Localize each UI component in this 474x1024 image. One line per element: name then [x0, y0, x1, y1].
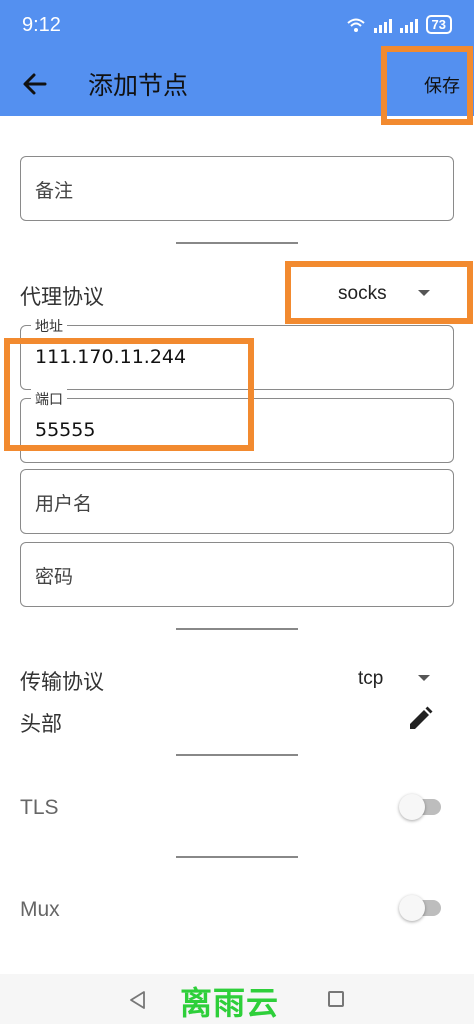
status-icons: 73	[346, 15, 452, 34]
chevron-down-icon[interactable]	[418, 675, 430, 681]
back-arrow-icon[interactable]	[20, 70, 50, 98]
signal-icon	[373, 17, 392, 33]
divider	[176, 754, 298, 756]
transport-select[interactable]: tcp	[358, 668, 383, 690]
address-label: 地址	[31, 316, 67, 336]
highlight-address-port	[4, 338, 254, 451]
highlight-protocol	[285, 261, 473, 324]
transport-label: 传输协议	[20, 670, 104, 694]
password-field[interactable]: 密码	[20, 542, 454, 607]
tls-toggle[interactable]	[399, 794, 441, 820]
toggle-knob	[399, 895, 425, 921]
divider	[176, 628, 298, 630]
password-placeholder: 密码	[35, 566, 74, 588]
proxy-protocol-label: 代理协议	[20, 285, 104, 309]
nav-home-icon[interactable]	[328, 991, 344, 1007]
highlight-save	[381, 46, 473, 125]
username-placeholder: 用户名	[35, 493, 93, 515]
divider	[176, 856, 298, 858]
username-field[interactable]: 用户名	[20, 469, 454, 534]
battery-icon: 73	[425, 15, 452, 34]
signal-icon-2	[399, 17, 418, 33]
wifi-icon	[346, 18, 365, 32]
divider	[176, 242, 298, 244]
nav-back-icon[interactable]	[128, 990, 148, 1010]
tls-label: TLS	[20, 796, 59, 819]
remark-placeholder: 备注	[35, 180, 74, 202]
toggle-knob	[399, 794, 425, 820]
edit-pencil-icon[interactable]	[407, 706, 433, 732]
headers-label: 头部	[20, 712, 62, 736]
page-title: 添加节点	[88, 71, 189, 100]
watermark: 离雨云	[180, 984, 280, 1022]
remark-field[interactable]: 备注	[20, 156, 454, 221]
mux-toggle[interactable]	[399, 895, 441, 921]
mux-label: Mux	[20, 898, 60, 921]
status-time: 9:12	[22, 14, 61, 36]
